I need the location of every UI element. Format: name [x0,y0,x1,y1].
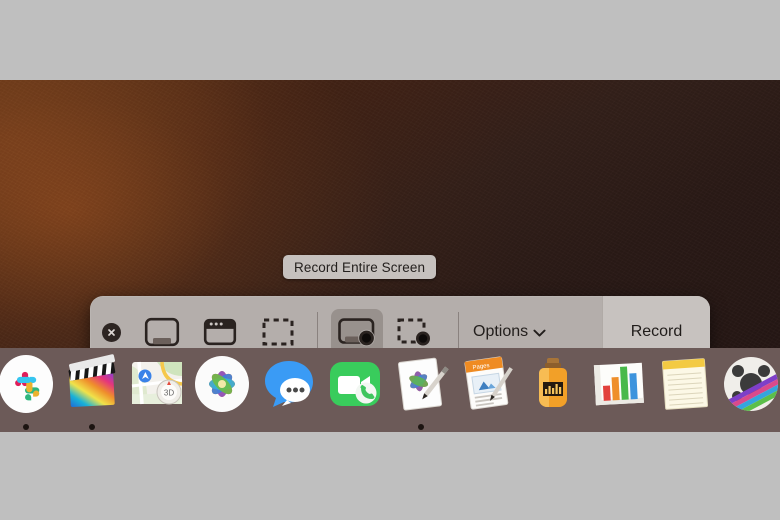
dock-item-compressor[interactable] [523,354,583,414]
messages-icon [265,361,313,407]
tooltip-label: Record Entire Screen [294,259,426,275]
dock-item-final-cut-pro[interactable] [62,354,122,430]
dock-item-photos[interactable] [192,354,252,414]
maps-icon: 3D [131,361,183,405]
dock-item-pages[interactable]: Pages [457,354,517,414]
motion-icon [724,357,778,411]
dock-item-preview[interactable] [391,354,451,430]
facetime-icon [330,362,380,406]
dock: 3D Pages [0,348,780,432]
close-button[interactable] [102,322,121,342]
running-indicator [23,424,29,430]
compressor-icon [539,358,567,407]
svg-text:3D: 3D [164,389,174,398]
numbers-icon [593,362,644,406]
photos-icon [195,356,249,412]
display-record-icon [338,318,375,347]
dock-item-facetime[interactable] [325,354,385,414]
dock-item-motion[interactable] [721,354,780,414]
notes-icon [661,358,709,410]
display-icon [144,317,180,347]
dock-item-slack[interactable] [0,354,56,430]
tooltip: Record Entire Screen [283,255,437,279]
options-label: Options [473,323,529,340]
slack-icon [0,355,53,413]
pages-icon: Pages [464,356,513,410]
final-cut-pro-icon [68,354,116,408]
record-button-label: Record [630,323,683,340]
chevron-down-icon [533,329,546,337]
running-indicator [89,424,95,430]
close-icon [108,328,115,336]
dock-item-notes[interactable] [655,354,715,414]
dock-item-numbers[interactable] [589,354,649,414]
toolbar-divider-1 [317,312,318,352]
window-icon [203,318,237,346]
running-indicator [418,424,424,430]
dashed-rect-record-icon [397,318,431,347]
dock-item-messages[interactable] [259,354,319,414]
dock-item-maps[interactable]: 3D [127,354,187,414]
preview-icon [397,357,449,411]
dashed-rect-icon [262,318,294,346]
